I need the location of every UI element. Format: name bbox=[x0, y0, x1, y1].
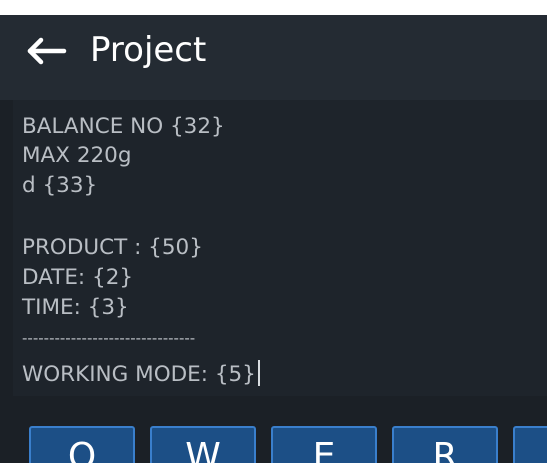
key-r[interactable]: R bbox=[392, 426, 498, 463]
arrow-left-icon[interactable] bbox=[26, 37, 68, 65]
editor-line-separator: -------------------------------- bbox=[22, 329, 196, 347]
screen: Project BALANCE NO {32} MAX 220g d {33} … bbox=[0, 15, 547, 463]
on-screen-keyboard: Q W E R bbox=[0, 400, 547, 463]
editor-line-working-mode: WORKING MODE: {5} bbox=[22, 360, 260, 390]
editor-line-d: d {33} bbox=[22, 173, 98, 198]
editor-line-max: MAX 220g bbox=[22, 143, 132, 168]
editor-line-balance-no: BALANCE NO {32} bbox=[22, 114, 225, 139]
key-w[interactable]: W bbox=[150, 426, 256, 463]
editor-line-date: DATE: {2} bbox=[22, 265, 134, 290]
working-mode-text: WORKING MODE: {5} bbox=[22, 362, 256, 387]
page-title: Project bbox=[90, 30, 207, 70]
key-e[interactable]: E bbox=[271, 426, 377, 463]
key-partial[interactable] bbox=[513, 426, 547, 463]
key-q[interactable]: Q bbox=[29, 426, 135, 463]
text-editor[interactable]: BALANCE NO {32} MAX 220g d {33} PRODUCT … bbox=[13, 100, 547, 396]
text-caret bbox=[257, 360, 260, 386]
editor-line-product: PRODUCT : {50} bbox=[22, 235, 203, 260]
header-bar: Project bbox=[0, 15, 547, 100]
editor-line-time: TIME: {3} bbox=[22, 295, 129, 320]
